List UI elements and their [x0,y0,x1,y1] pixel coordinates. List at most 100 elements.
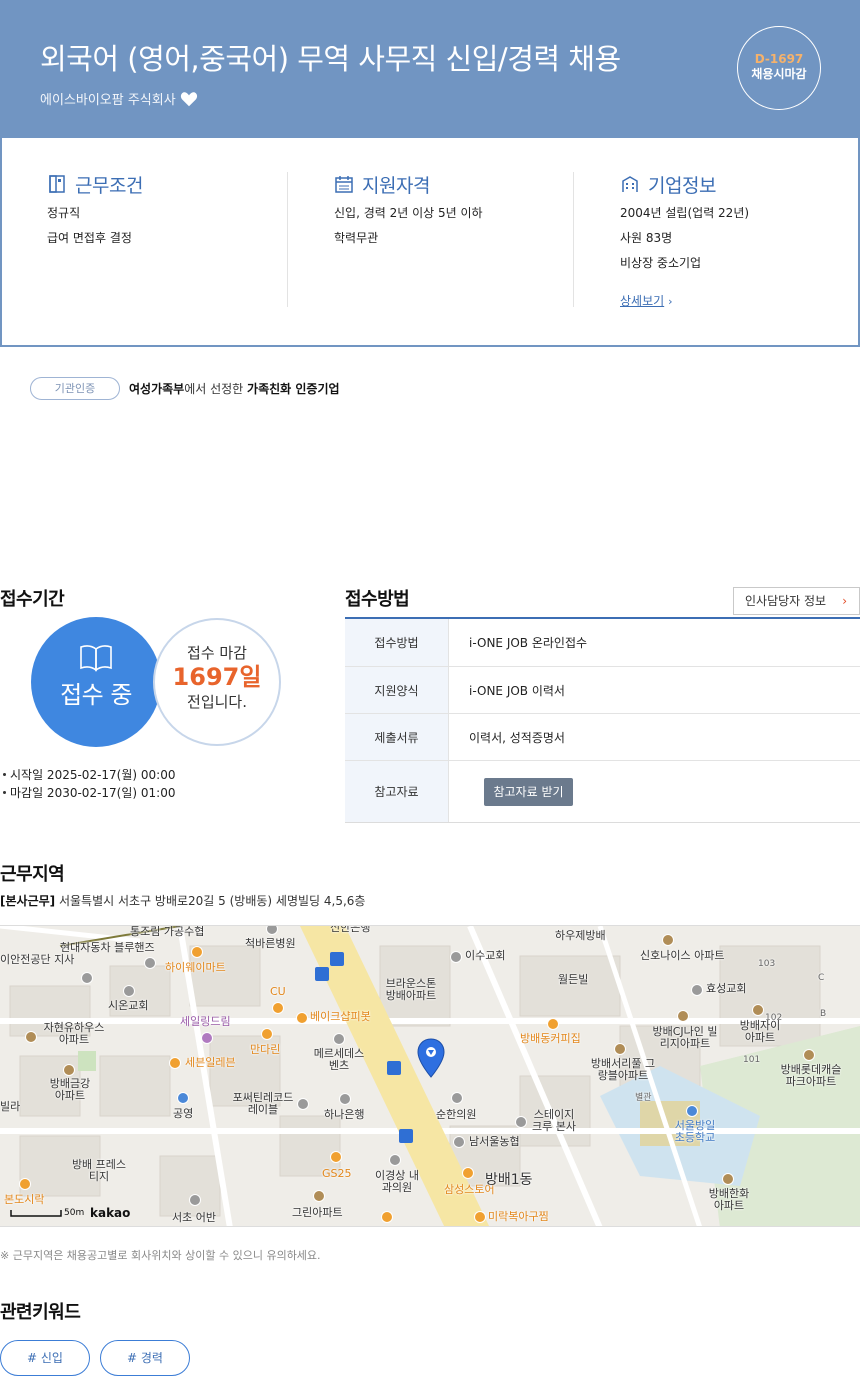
map-label: 자현유하우스 아파트 [43,1021,105,1046]
receipt-method-title: 접수방법 [345,589,410,610]
map-label: 방배자이 아파트 [739,1019,781,1044]
apartment-icon [677,1010,689,1022]
dday-badge: D-1697 채용시마감 [737,26,821,110]
company-detail-link[interactable]: 상세보기 › [620,292,673,309]
hr-contact-button[interactable]: 인사담당자 정보 › [733,587,860,615]
dday-label: 채용시마감 [751,67,807,81]
map-label: 별관 [635,1093,652,1103]
row-label: 제출서류 [345,714,449,760]
deadline-circle: 접수 마감 1697일 전입니다. [153,618,281,746]
restaurant-icon [19,1178,31,1190]
map-label: 세븐일레븐 [185,1056,236,1069]
book-icon [80,645,112,672]
row-value: 이력서, 성적증명서 [469,730,565,745]
map-label: 순한의원 [436,1108,477,1121]
location-map[interactable]: 통조림 가공수협 현대자동차 블루핸즈 이안전공단 지사 척바른병원 하이웨이마… [0,925,860,1227]
map-label: 월든빌 [558,973,589,986]
receipt-method-table: 접수방법 i-ONE JOB 온라인접수 지원양식 i-ONE JOB 이력서 … [345,617,860,823]
keyword-tag[interactable]: # 신입 [0,1340,90,1376]
map-label: 방배금강 아파트 [49,1077,91,1102]
map-label: 브라운스톤 방배아파트 [385,977,437,1002]
row-value: i-ONE JOB 온라인접수 [469,636,588,650]
bus-stop-icon[interactable] [315,967,329,981]
school-icon [686,1105,698,1117]
hospital-icon [451,1092,463,1104]
work-conditions: 근무조건 정규직 급여 면접후 결정 [47,172,287,307]
hospital-icon [189,1194,201,1206]
heart-icon[interactable] [180,91,198,107]
keyword-tag[interactable]: # 경력 [100,1340,190,1376]
bank-icon [453,1136,465,1148]
map-label: 방배동커피집 [520,1032,581,1045]
map-label: 공영 [173,1107,194,1120]
certification-text: 여성가족부에서 선정한 가족친화 인증기업 [129,380,340,397]
receipt-status: 접수 중 [60,681,132,709]
cafe-icon [296,1012,308,1024]
apartment-icon [803,1049,815,1061]
map-label: 세일링드림 [180,1015,231,1028]
map-label: 통조림 가공수협 [130,925,205,938]
bus-stop-icon[interactable] [399,1129,413,1143]
apartment-icon [614,1043,626,1055]
map-label: 본도시락 [4,1193,45,1206]
address-text: 서울특별시 서초구 방배로20길 5 (방배동) 세명빌딩 4,5,6층 [58,894,366,908]
company-info: 기업정보 2004년 설립(업력 22년) 사원 83명 비상장 중소기업 상세… [573,172,859,309]
apartment-icon [752,1004,764,1016]
map-label: C [818,973,825,983]
cafe-icon [547,1018,559,1030]
company-info-line: 비상장 중소기업 [620,256,702,270]
map-label: 남서울농협 [469,1135,520,1148]
hospital-icon [389,1154,401,1166]
store-icon [191,946,203,958]
deadline-suffix: 전입니다. [187,693,247,711]
qualifications: 지원자격 신입, 경력 2년 이상 5년 이하 학력무관 [287,172,575,307]
map-label: 서울방일 초등학교 [674,1119,716,1144]
certification-badge: 기관인증 [30,377,120,400]
parking-icon [177,1092,189,1104]
map-scale-label: 50m [64,1208,85,1218]
row-value: 참고자료 받기 [449,761,860,822]
apartment-icon [722,1173,734,1185]
work-area-title: 근무지역 [0,864,65,885]
company-name-row: 에이스바이오팜 주식회사 [40,89,198,108]
table-row: 접수방법 i-ONE JOB 온라인접수 [345,619,860,666]
map-label: 하이웨이마트 [165,961,226,974]
map-label: 이경상 내과의원 [375,1169,419,1194]
music-icon [297,1098,309,1110]
map-label: 시온교회 [108,999,149,1012]
company-info-line: 2004년 설립(업력 22년) [620,206,750,220]
map-label: B [820,1009,827,1019]
office-type: [본사근무] [0,894,56,908]
map-label: 방배 프레스티지 [71,1158,127,1183]
map-label: CU [270,985,286,998]
map-note: ※ 근무지역은 채용공고별로 회사위치와 상이할 수 있으니 유의하세요. [0,1249,321,1262]
company-name[interactable]: 에이스바이오팜 주식회사 [40,89,176,108]
map-label: 빌라 [0,1100,21,1113]
church-icon [123,985,135,997]
map-label: 이수교회 [465,949,506,962]
office-icon [515,1116,527,1128]
start-date: 시작일 2025-02-17(월) 00:00 [2,768,176,782]
location-pin-icon[interactable] [416,1038,446,1078]
car-dealer-icon [333,1033,345,1045]
map-label: 신호나이스 아파트 [640,949,725,962]
qualifications-title: 지원자격 [362,174,430,197]
map-label: 103 [758,959,776,969]
download-reference-button[interactable]: 참고자료 받기 [484,777,573,806]
company-info-line: 사원 83명 [620,231,673,245]
chevron-right-icon: › [842,594,847,608]
certification-mid: 에서 선정한 [184,382,248,396]
entertainment-icon [201,1032,213,1044]
door-icon [49,175,65,193]
company-detail-label: 상세보기 [620,294,665,308]
map-label: 방배1동 [485,1172,533,1188]
certification-name: 가족친화 인증기업 [247,382,340,396]
hr-contact-label: 인사담당자 정보 [745,594,827,608]
qualification-line: 학력무관 [334,231,379,245]
restaurant-icon [381,1211,393,1223]
map-label: 신한은행 [330,925,371,934]
bus-stop-icon[interactable] [330,952,344,966]
bank-icon [339,1093,351,1105]
map-label: 스테이지 크루 본사 [532,1108,576,1133]
bus-stop-icon[interactable] [387,1061,401,1075]
